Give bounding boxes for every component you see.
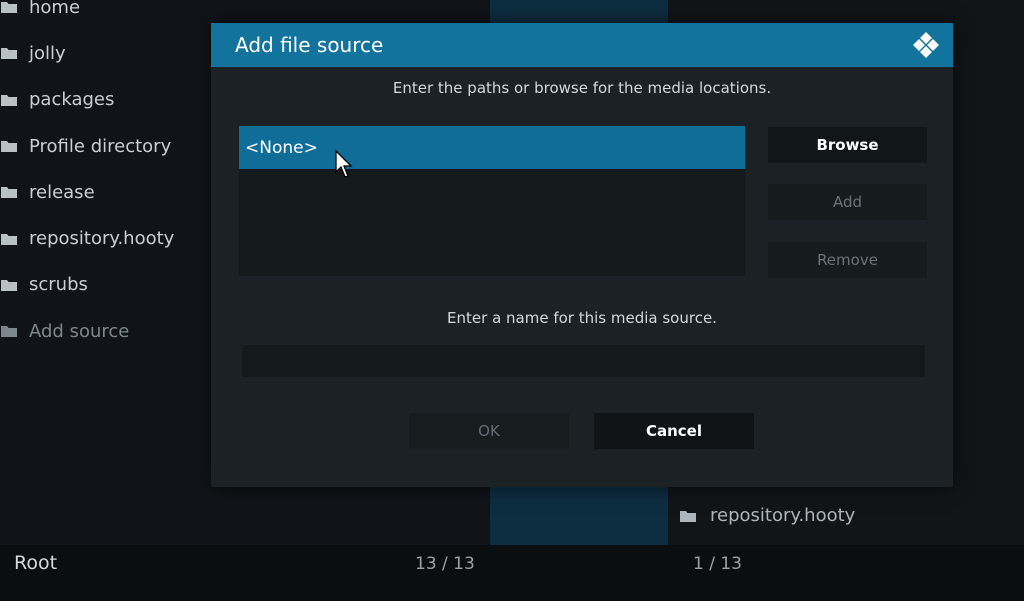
cancel-button[interactable]: Cancel xyxy=(594,413,754,449)
footer-bar xyxy=(0,545,1024,601)
add-file-source-dialog: Add file source Enter the paths or brows… xyxy=(211,23,953,487)
folder-icon xyxy=(1,1,17,14)
footer-root-label: Root xyxy=(14,552,58,574)
folder-icon xyxy=(1,186,17,199)
remove-button[interactable]: Remove xyxy=(768,242,927,278)
list-item-label: repository.hooty xyxy=(29,228,175,250)
folder-icon xyxy=(1,94,17,106)
right-item-count: 1 / 13 xyxy=(693,554,742,574)
add-button[interactable]: Add xyxy=(768,184,927,220)
path-item-selected[interactable]: <None> xyxy=(239,126,745,169)
browse-button[interactable]: Browse xyxy=(768,127,927,163)
folder-icon xyxy=(680,510,696,522)
list-item-label: Add source xyxy=(29,320,130,342)
ok-button[interactable]: OK xyxy=(409,413,569,449)
paths-list[interactable]: <None> xyxy=(239,126,745,276)
list-item-label: release xyxy=(29,181,95,203)
right-list-item-label: repository.hooty xyxy=(710,505,856,526)
source-name-input[interactable] xyxy=(242,345,925,377)
dialog-title: Add file source xyxy=(235,33,384,57)
folder-icon xyxy=(1,47,17,60)
dialog-header: Add file source xyxy=(211,23,953,67)
list-item-label: jolly xyxy=(29,42,66,64)
left-item-count: 13 / 13 xyxy=(415,554,475,574)
name-instruction: Enter a name for this media source. xyxy=(447,309,717,327)
list-item-label: Profile directory xyxy=(29,135,172,157)
folder-icon xyxy=(1,233,17,245)
paths-instruction: Enter the paths or browse for the media … xyxy=(392,79,772,97)
list-item-label: packages xyxy=(29,89,115,111)
mouse-pointer-icon xyxy=(335,149,355,180)
list-item-label: home xyxy=(29,0,81,18)
folder-icon xyxy=(1,325,17,338)
kodi-logo-icon xyxy=(911,31,941,61)
folder-icon xyxy=(1,279,17,291)
folder-icon xyxy=(1,140,17,153)
right-list-item[interactable]: repository.hooty xyxy=(680,505,855,526)
list-item-label: scrubs xyxy=(29,274,88,296)
